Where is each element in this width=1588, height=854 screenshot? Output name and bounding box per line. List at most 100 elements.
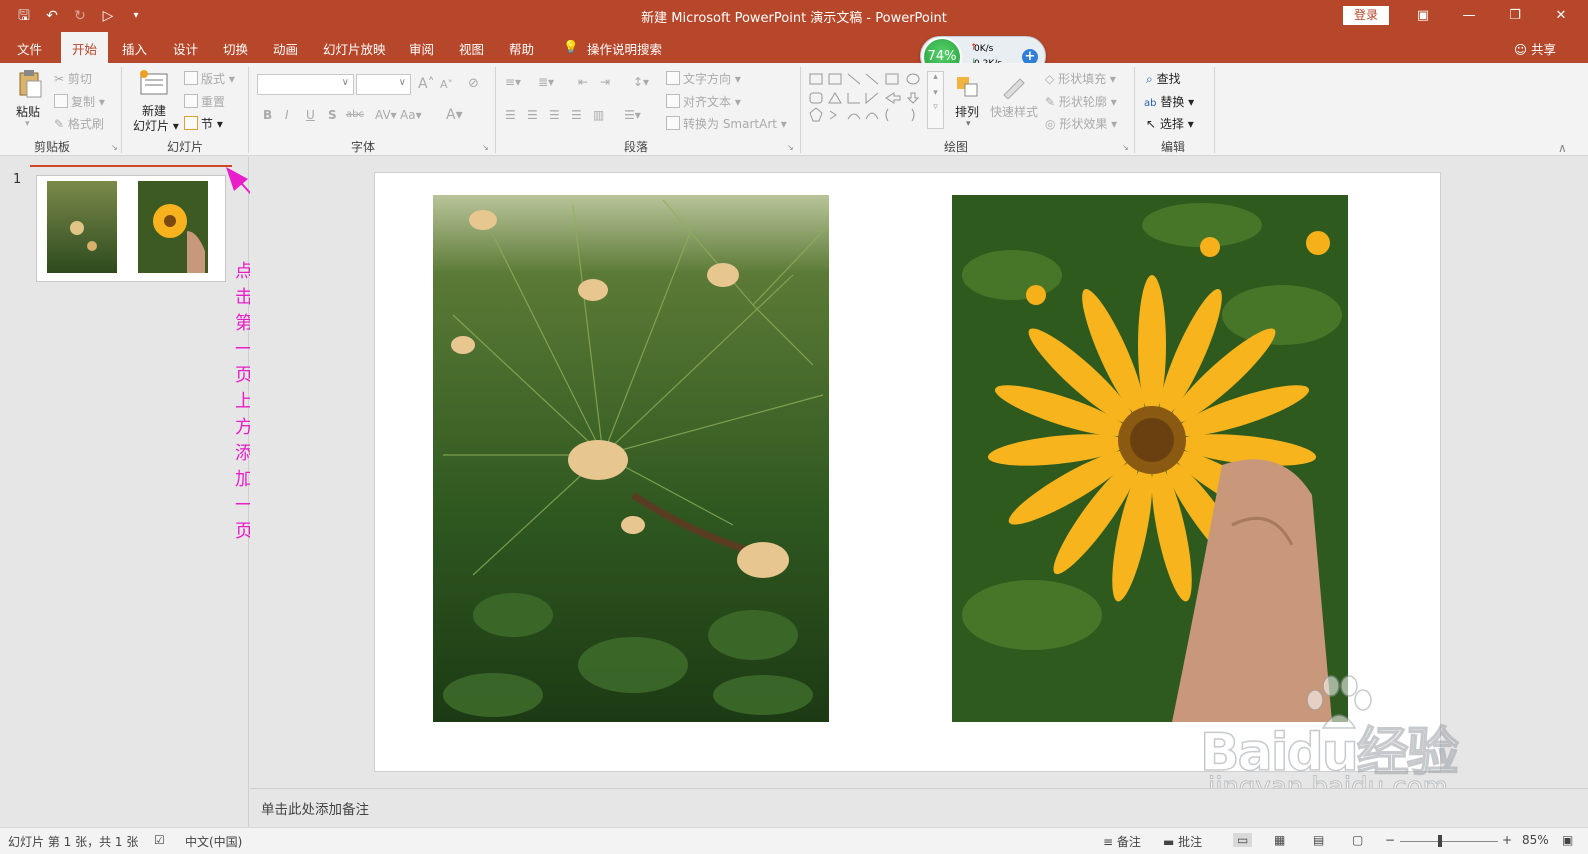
shape-fill-button[interactable]: ◇ 形状填充 ▾ <box>1045 70 1116 87</box>
zoom-slider[interactable] <box>1400 841 1498 842</box>
select-button[interactable]: ↖ 选择 ▾ <box>1146 115 1194 132</box>
tab-help[interactable]: 帮助 <box>509 39 534 58</box>
align-left-icon[interactable]: ☰ <box>505 108 516 122</box>
tab-slideshow[interactable]: 幻灯片放映 <box>323 39 386 58</box>
zoom-level[interactable]: 85% <box>1522 833 1549 847</box>
minimize-icon[interactable]: — <box>1446 0 1492 32</box>
slide-thumbnail-1[interactable] <box>36 175 226 282</box>
quick-styles-icon[interactable] <box>1000 75 1032 105</box>
align-center-icon[interactable]: ☰ <box>527 108 538 122</box>
shape-effects-button[interactable]: ◎ 形状效果 ▾ <box>1045 115 1117 132</box>
increase-indent-icon[interactable]: ⇥ <box>600 75 610 89</box>
arrange-icon[interactable] <box>955 75 987 105</box>
new-slide-dropdown[interactable]: 幻灯片 ▾ <box>133 117 179 134</box>
sunflower-photo[interactable] <box>952 195 1348 722</box>
replace-button[interactable]: ab 替换 ▾ <box>1144 93 1194 110</box>
tab-file[interactable]: 文件 <box>17 39 42 58</box>
paste-icon[interactable] <box>14 69 46 99</box>
align-right-icon[interactable]: ☰ <box>549 108 560 122</box>
arrange-button[interactable]: 排列 <box>955 103 979 120</box>
clipboard-launcher-icon[interactable]: ↘ <box>111 143 118 152</box>
format-painter-button[interactable]: ✎ 格式刷 <box>54 115 104 132</box>
tab-animations[interactable]: 动画 <box>273 39 298 58</box>
distributed-icon[interactable]: ☰▾ <box>624 108 641 122</box>
strikethrough-button[interactable]: abc <box>346 109 364 120</box>
tell-me-search[interactable]: 操作说明搜索 <box>587 39 662 58</box>
align-text-label: 对齐文本 <box>683 95 732 109</box>
zoom-out-icon[interactable]: − <box>1385 833 1395 847</box>
font-name-dropdown-icon[interactable]: ∨ <box>342 77 349 88</box>
new-slide-icon[interactable] <box>138 68 170 98</box>
shadow-button[interactable]: S <box>328 108 337 122</box>
tab-transitions[interactable]: 切换 <box>223 39 248 58</box>
find-button[interactable]: ⌕ 查找 <box>1146 70 1181 87</box>
slide-sorter-icon[interactable]: ▦ <box>1274 833 1285 847</box>
chevron-down-icon[interactable]: ▾ <box>928 88 943 98</box>
align-text-button[interactable]: 对齐文本 ▾ <box>666 93 741 110</box>
zoom-in-icon[interactable]: + <box>1502 833 1512 847</box>
decrease-indent-icon[interactable]: ⇤ <box>578 75 588 89</box>
justify-icon[interactable]: ☰ <box>571 108 582 122</box>
char-spacing-icon[interactable]: AV▾ <box>375 108 397 122</box>
pine-branch-photo[interactable] <box>433 195 829 722</box>
find-label: 查找 <box>1156 72 1181 86</box>
slideshow-icon[interactable]: ▢ <box>1352 833 1363 847</box>
font-size-dropdown-icon[interactable]: ∨ <box>399 77 406 88</box>
comments-button[interactable]: ▬ 批注 <box>1163 833 1202 850</box>
bold-button[interactable]: B <box>263 108 272 122</box>
spellcheck-icon[interactable]: ☑ <box>154 833 165 847</box>
arrange-dropdown-icon[interactable]: ▾ <box>966 119 971 129</box>
change-case-button[interactable]: Aa▾ <box>400 108 422 122</box>
language-status[interactable]: 中文(中国) <box>185 833 242 850</box>
close-icon[interactable]: ✕ <box>1538 0 1584 32</box>
shape-outline-button[interactable]: ✎ 形状轮廓 ▾ <box>1045 93 1117 110</box>
paragraph-launcher-icon[interactable]: ↘ <box>787 143 794 152</box>
numbering-icon[interactable]: ≣▾ <box>538 75 554 89</box>
normal-view-icon[interactable]: ▭ <box>1233 833 1253 847</box>
new-slide-label-2: 幻灯片 <box>133 119 170 133</box>
reading-view-icon[interactable]: ▤ <box>1313 833 1324 847</box>
login-button[interactable]: 登录 <box>1343 6 1389 25</box>
collapse-ribbon-icon[interactable]: ∧ <box>1558 141 1567 155</box>
notes-pane[interactable]: 单击此处添加备注 <box>250 788 1588 827</box>
underline-button[interactable]: U <box>306 108 315 122</box>
notes-placeholder[interactable]: 单击此处添加备注 <box>261 798 369 818</box>
paste-button[interactable]: 粘贴 <box>16 103 40 120</box>
line-spacing-icon[interactable]: ↕▾ <box>633 75 649 89</box>
copy-button[interactable]: 复制 ▾ <box>54 93 105 110</box>
tab-view[interactable]: 视图 <box>459 39 484 58</box>
cut-button[interactable]: ✂ 剪切 <box>54 70 92 87</box>
section-button[interactable]: 节 ▾ <box>184 115 223 132</box>
layout-button[interactable]: 版式 ▾ <box>184 70 235 87</box>
zoom-slider-thumb[interactable] <box>1438 835 1442 847</box>
share-button[interactable]: ☺ 共享 <box>1514 39 1556 58</box>
shapes-gallery[interactable] <box>808 71 944 129</box>
font-color-icon[interactable]: A▾ <box>446 107 463 123</box>
tab-design[interactable]: 设计 <box>173 39 198 58</box>
quick-styles-button[interactable]: 快速样式 <box>990 103 1038 120</box>
italic-button[interactable]: I <box>285 108 289 122</box>
clear-formatting-icon[interactable]: ⊘ <box>468 76 479 91</box>
fit-to-window-icon[interactable]: ▣ <box>1562 833 1573 847</box>
shapes-gallery-scroll[interactable]: ▴ ▾ ▿ <box>927 71 944 129</box>
bullets-icon[interactable]: ≡▾ <box>505 75 521 89</box>
text-direction-button[interactable]: 文字方向 ▾ <box>666 70 741 87</box>
columns-icon[interactable]: ▥ <box>593 108 604 122</box>
reset-button[interactable]: 重置 <box>184 93 225 110</box>
font-launcher-icon[interactable]: ↘ <box>482 143 489 152</box>
chevron-up-icon[interactable]: ▴ <box>928 72 943 82</box>
font-name-combo[interactable]: ∨ <box>257 74 354 95</box>
ribbon-display-options-icon[interactable]: ▣ <box>1400 0 1446 32</box>
shrink-font-icon[interactable]: A˅ <box>440 78 453 91</box>
font-size-combo[interactable]: ∨ <box>356 74 411 95</box>
drawing-launcher-icon[interactable]: ↘ <box>1122 143 1129 152</box>
more-shapes-icon[interactable]: ▿ <box>928 102 943 112</box>
grow-font-icon[interactable]: A˄ <box>418 76 435 92</box>
paste-dropdown-icon[interactable]: ▾ <box>25 119 30 129</box>
notes-toggle-button[interactable]: ≡ 备注 <box>1103 833 1141 850</box>
tab-review[interactable]: 审阅 <box>409 39 434 58</box>
tab-home[interactable]: 开始 <box>61 32 109 63</box>
smartart-button[interactable]: 转换为 SmartArt ▾ <box>666 115 787 132</box>
tab-insert[interactable]: 插入 <box>122 39 147 58</box>
restore-icon[interactable]: ❐ <box>1492 0 1538 32</box>
